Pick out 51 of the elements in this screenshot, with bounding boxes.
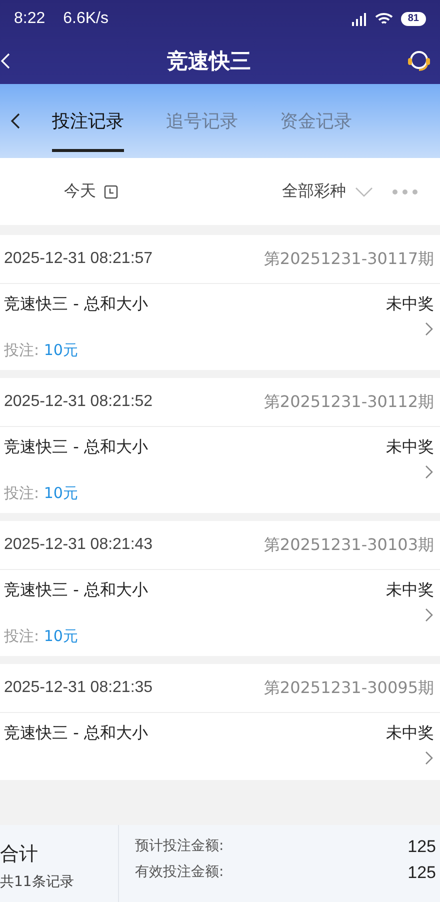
result-status: 未中奖 [386, 294, 434, 315]
back-icon[interactable] [10, 111, 22, 131]
summary-label: 预计投注金额: [135, 837, 224, 856]
game-name: 竞速快三 - 总和大小 [4, 437, 148, 458]
result-status: 未中奖 [386, 723, 434, 744]
record-time: 2025-12-31 08:21:35 [4, 679, 153, 697]
chevron-icon[interactable] [424, 464, 434, 480]
bet-label: 投注: [4, 627, 40, 645]
back-icon[interactable] [0, 51, 12, 71]
issue-number: 第20251231-30103期 [264, 534, 434, 556]
tab[interactable]: 投注记录 [52, 90, 124, 152]
record-card[interactable]: 2025-12-31 08:21:57 第20251231-30117期 竞速快三 - 总和大小 未中奖 投注: 10元 [0, 235, 440, 370]
record-time: 2025-12-31 08:21:57 [4, 250, 153, 268]
summary-label: 有效投注金额: [135, 863, 224, 882]
issue-number: 第20251231-30112期 [264, 392, 434, 412]
summary-value: 125 [408, 863, 436, 883]
record-time: 2025-12-31 08:21:43 [4, 536, 153, 554]
result-status: 未中奖 [386, 437, 434, 458]
network-speed: 6.6K/s [63, 10, 108, 28]
headset-icon[interactable] [406, 49, 432, 73]
bet-amount: 10元 [44, 627, 78, 645]
chevron-icon[interactable] [424, 607, 434, 623]
issue-number: 第20251231-30117期 [264, 248, 434, 270]
window-title: 竞速快三 [167, 48, 251, 75]
record-card[interactable]: 2025-12-31 08:21:52 第20251231-30112期 竞速快三 - 总和大小 未中奖 投注: 10元 [0, 378, 440, 513]
game-name: 竞速快三 - 总和大小 [4, 723, 148, 744]
issue-number: 第20251231-30095期 [264, 678, 434, 698]
date-filter[interactable]: 今天 [64, 181, 96, 202]
record-time: 2025-12-31 08:21:52 [4, 393, 153, 411]
signal-icon [350, 12, 367, 26]
record-count: 共11条记录 [0, 873, 75, 891]
wifi-icon [374, 12, 393, 26]
summary-value: 125 [408, 837, 436, 857]
bet-label: 投注: [4, 484, 40, 502]
game-name: 竞速快三 - 总和大小 [4, 294, 148, 315]
bet-amount: 10元 [44, 341, 78, 359]
more-icon[interactable] [392, 188, 418, 194]
game-name: 竞速快三 - 总和大小 [4, 580, 148, 601]
chevron-icon[interactable] [424, 321, 434, 337]
chevron-icon[interactable] [424, 750, 434, 766]
result-status: 未中奖 [386, 580, 434, 601]
status-time: 8:22 [14, 10, 46, 28]
summary-title: 合计 [0, 842, 39, 867]
bet-label: 投注: [4, 341, 40, 359]
battery-level: 81 [400, 12, 426, 26]
dropdown-icon[interactable] [354, 186, 374, 198]
lottery-filter[interactable]: 全部彩种 [282, 181, 346, 202]
record-card[interactable]: 2025-12-31 08:21:35 第20251231-30095期 竞速快三 - 总和大小 未中奖 [0, 664, 440, 780]
record-card[interactable]: 2025-12-31 08:21:43 第20251231-30103期 竞速快三 - 总和大小 未中奖 投注: 10元 [0, 521, 440, 656]
bet-amount: 10元 [44, 484, 78, 502]
clock-icon[interactable] [104, 184, 118, 198]
